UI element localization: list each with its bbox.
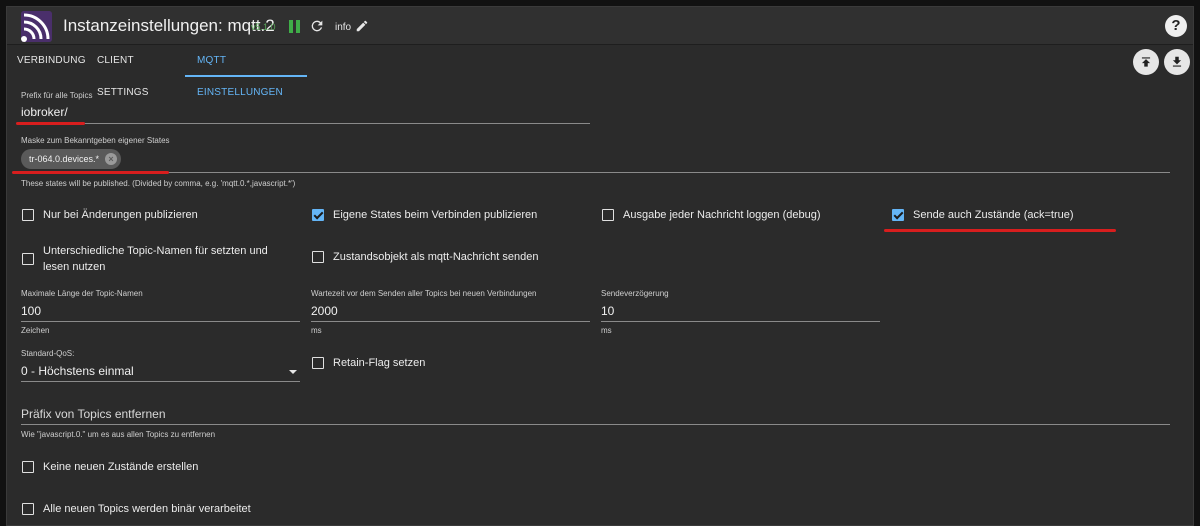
publish-own-states-label: Eigene States beim Verbinden publizieren — [333, 209, 538, 221]
remove-prefix-underline — [21, 424, 1170, 425]
upload-button[interactable] — [1133, 49, 1159, 75]
mqtt-logo-icon — [21, 11, 52, 42]
max-length-input[interactable]: 100 — [21, 304, 41, 318]
chip-remove-icon[interactable]: × — [105, 153, 118, 165]
mask-chip[interactable]: tr-064.0.devices.* × — [21, 149, 122, 169]
different-topics-label-line2: lesen nutzen — [43, 261, 106, 273]
send-ack-checkbox[interactable] — [892, 209, 904, 221]
pause-icon[interactable] — [289, 20, 301, 33]
wait-time-input[interactable]: 2000 — [311, 304, 338, 318]
only-changes-checkbox[interactable] — [22, 209, 34, 221]
only-changes-label: Nur bei Änderungen publizieren — [43, 209, 198, 221]
debug-log-label: Ausgabe jeder Nachricht loggen (debug) — [623, 209, 821, 221]
qos-label: Standard-QoS: — [21, 349, 75, 358]
send-ack-label: Sende auch Zustände (ack=true) — [913, 209, 1074, 221]
loglevel-label: info — [335, 22, 352, 33]
mask-label: Maske zum Bekanntgeben eigener States — [21, 136, 170, 145]
different-topics-checkbox[interactable] — [22, 253, 34, 265]
send-delay-label: Sendeverzögerung — [601, 289, 669, 298]
qos-select[interactable]: 0 - Höchstens einmal — [21, 364, 134, 378]
wait-time-label: Wartezeit vor dem Senden aller Topics be… — [311, 289, 537, 298]
different-topics-label-line1: Unterschiedliche Topic-Namen für setzten… — [43, 245, 268, 257]
publish-own-states-checkbox[interactable] — [312, 209, 324, 221]
header-bar: Instanzeinstellungen: mqtt.2 v5.1.0 info… — [7, 7, 1193, 45]
mask-helper-text: These states will be published. (Divided… — [21, 179, 296, 188]
chevron-down-icon[interactable] — [289, 370, 297, 374]
remove-prefix-input[interactable]: Präfix von Topics entfernen — [21, 407, 166, 421]
mask-chip-label: tr-064.0.devices.* — [29, 154, 100, 164]
wait-time-unit: ms — [311, 326, 322, 335]
state-object-checkbox[interactable] — [312, 251, 324, 263]
tab-verbindung[interactable]: VERBINDUNG — [17, 45, 86, 77]
state-object-label: Zustandsobjekt als mqtt-Nachricht senden — [333, 251, 539, 263]
max-length-underline — [21, 321, 300, 322]
send-delay-input[interactable]: 10 — [601, 304, 614, 318]
tab-mqtt-einstellungen[interactable]: MQTT EINSTELLUNGEN — [185, 45, 307, 98]
retain-flag-checkbox[interactable] — [312, 357, 324, 369]
page-title: Instanzeinstellungen: mqtt.2 — [63, 16, 275, 35]
binary-topics-checkbox[interactable] — [22, 503, 34, 515]
prefix-input[interactable]: iobroker/ — [21, 105, 68, 119]
binary-topics-label: Alle neuen Topics werden binär verarbeit… — [43, 503, 251, 515]
no-new-states-label: Keine neuen Zustände erstellen — [43, 461, 199, 473]
retain-flag-label: Retain-Flag setzen — [333, 357, 426, 369]
mask-underline — [21, 172, 1170, 173]
reload-icon[interactable] — [309, 18, 325, 34]
remove-prefix-helper: Wie "javascript.0." um es aus allen Topi… — [21, 430, 216, 439]
send-delay-underline — [601, 321, 880, 322]
max-length-unit: Zeichen — [21, 326, 50, 335]
instance-settings-window: Instanzeinstellungen: mqtt.2 v5.1.0 info… — [6, 6, 1194, 526]
help-icon[interactable]: ? — [1165, 15, 1187, 37]
no-new-states-checkbox[interactable] — [22, 461, 34, 473]
annotation-mark-mask — [12, 171, 169, 174]
tab-client-settings[interactable]: CLIENT SETTINGS — [97, 45, 149, 98]
debug-log-checkbox[interactable] — [602, 209, 614, 221]
annotation-mark-prefix — [16, 122, 85, 125]
prefix-label: Prefix für alle Topics — [21, 91, 93, 100]
max-length-label: Maximale Länge der Topic-Namen — [21, 289, 143, 298]
download-button[interactable] — [1164, 49, 1190, 75]
prefix-underline — [21, 123, 590, 124]
version-label: v5.1.0 — [251, 22, 276, 32]
edit-pencil-icon[interactable] — [355, 19, 369, 33]
qos-underline — [21, 381, 300, 382]
annotation-mark-ack — [884, 229, 1116, 232]
send-delay-unit: ms — [601, 326, 612, 335]
wait-time-underline — [311, 321, 590, 322]
